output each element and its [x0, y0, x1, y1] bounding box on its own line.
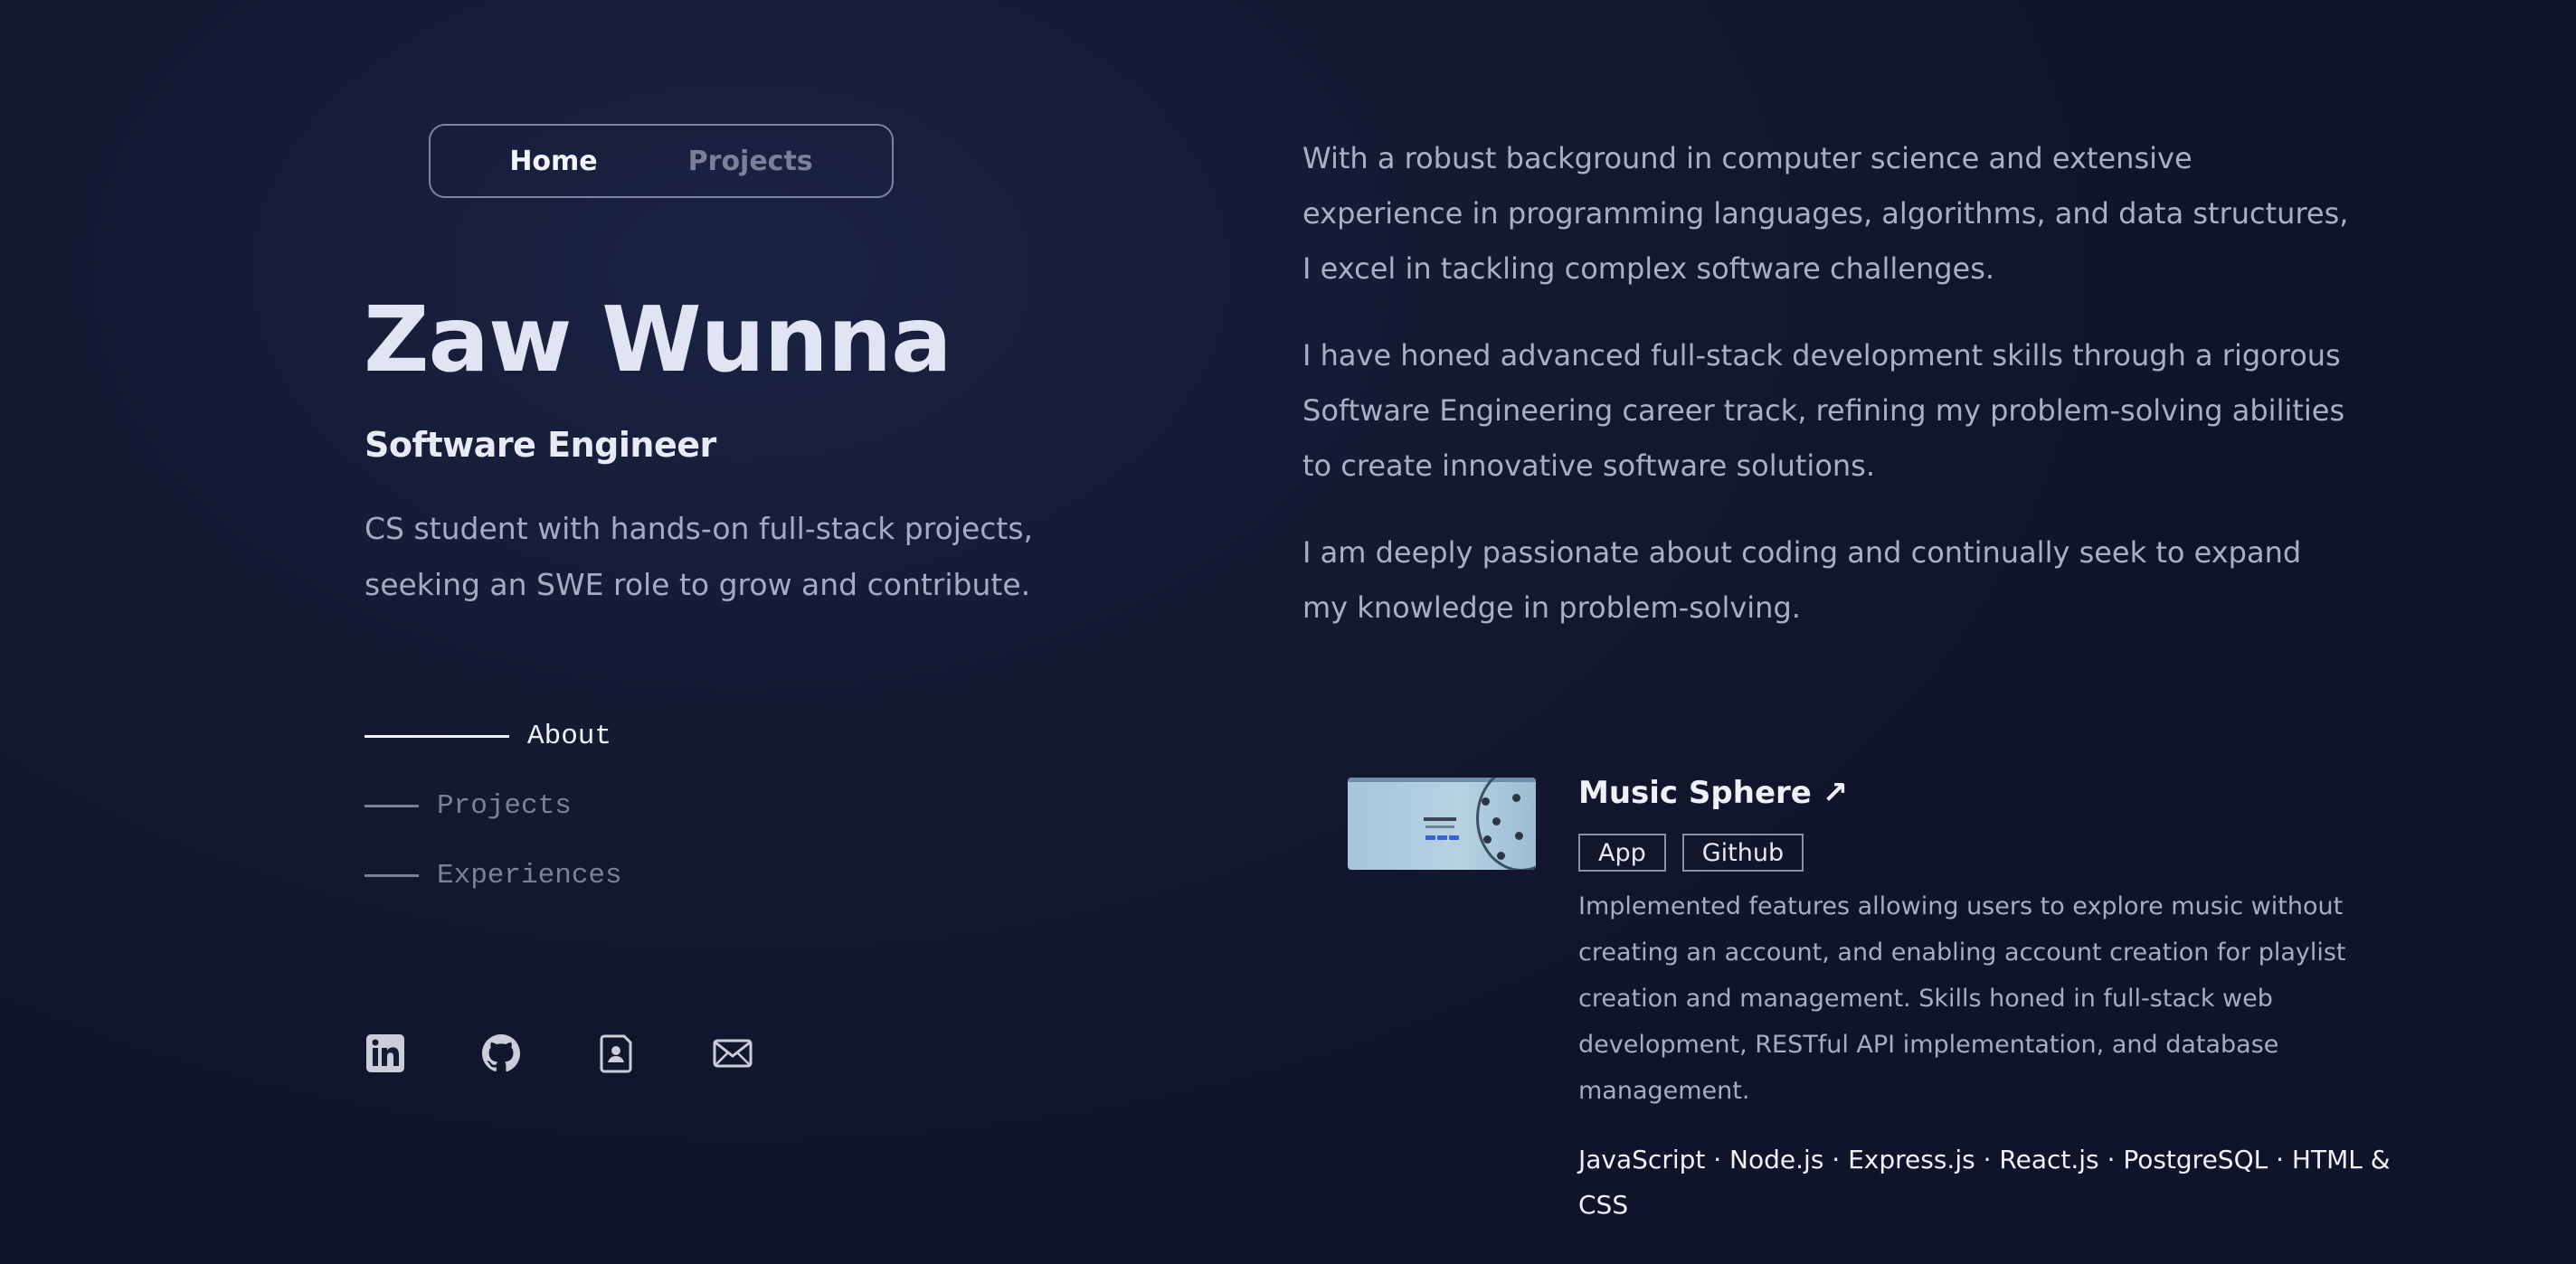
hero-summary: CS student with hands-on full-stack proj…	[365, 501, 1052, 613]
app-link-button[interactable]: App	[1578, 834, 1666, 872]
project-thumbnail[interactable]	[1348, 778, 1536, 870]
thumbnail-circle	[1476, 778, 1536, 870]
about-paragraph: With a robust background in computer sci…	[1302, 131, 2349, 297]
project-links: App Github	[1578, 834, 1804, 872]
about-line: my knowledge in problem-solving.	[1302, 590, 1801, 625]
about-paragraph: I have honed advanced full-stack develop…	[1302, 328, 2345, 494]
top-nav: Home Projects	[429, 124, 894, 198]
music-note-icon	[1515, 832, 1523, 840]
project-tech-stack: JavaScript · Node.js · Express.js · Reac…	[1578, 1137, 2391, 1228]
section-nav-about[interactable]: About	[365, 702, 622, 771]
thumbnail-button	[1449, 835, 1459, 840]
tab-home[interactable]: Home	[509, 146, 597, 177]
hero-summary-line: seeking an SWE role to grow and contribu…	[365, 567, 1031, 602]
about-line: to create innovative software solutions.	[1302, 448, 1876, 483]
music-note-icon	[1512, 794, 1520, 802]
section-indicator-line	[365, 735, 509, 738]
project-description: Implemented features allowing users to e…	[1578, 883, 2356, 1114]
thumbnail-button	[1425, 835, 1435, 840]
about-line: With a robust background in computer sci…	[1302, 141, 2192, 175]
section-nav-experiences[interactable]: Experiences	[365, 841, 622, 910]
music-note-icon	[1497, 852, 1505, 860]
tech-stack-line: CSS	[1578, 1190, 1629, 1220]
section-nav-label: Experiences	[437, 860, 622, 891]
resume-icon[interactable]	[596, 1033, 638, 1074]
page-title: Zaw Wunna	[364, 287, 952, 392]
github-link-button[interactable]: Github	[1681, 834, 1804, 872]
project-description-line: creating an account, and enabling accoun…	[1578, 939, 2346, 967]
linkedin-icon[interactable]	[365, 1033, 406, 1074]
thumbnail-button	[1437, 835, 1447, 840]
about-line: I have honed advanced full-stack develop…	[1302, 338, 2341, 373]
about-line: I excel in tackling complex software cha…	[1302, 251, 1995, 286]
project-description-line: Implemented features allowing users to e…	[1578, 892, 2344, 920]
section-indicator-line	[365, 805, 419, 807]
about-line: Software Engineering career track, refin…	[1302, 393, 2345, 428]
tab-projects[interactable]: Projects	[688, 146, 813, 177]
project-description-line: creation and management. Skills honed in…	[1578, 985, 2273, 1013]
project-description-line: management.	[1578, 1077, 1750, 1105]
thumbnail-subtitle	[1425, 825, 1454, 828]
tech-stack-line: JavaScript · Node.js · Express.js · Reac…	[1578, 1145, 2391, 1174]
about-line: I am deeply passionate about coding and …	[1302, 535, 2302, 570]
thumbnail-title	[1424, 817, 1456, 821]
section-nav: About Projects Experiences	[365, 702, 622, 910]
section-nav-label: About	[527, 721, 612, 752]
music-note-icon	[1492, 817, 1501, 825]
job-title: Software Engineer	[365, 425, 716, 465]
music-note-icon	[1482, 797, 1490, 806]
project-title-link[interactable]: Music Sphere ↗	[1578, 775, 1848, 811]
about-section: With a robust background in computer sci…	[1302, 131, 2349, 667]
music-note-icon	[1483, 835, 1492, 844]
section-nav-projects[interactable]: Projects	[365, 771, 622, 841]
email-icon[interactable]	[712, 1033, 753, 1074]
about-line: experience in programming languages, alg…	[1302, 196, 2349, 231]
hero-summary-line: CS student with hands-on full-stack proj…	[365, 511, 1034, 546]
project-description-line: development, RESTful API implementation,…	[1578, 1031, 2279, 1059]
social-links	[365, 1033, 753, 1074]
about-paragraph: I am deeply passionate about coding and …	[1302, 525, 2343, 636]
section-nav-label: Projects	[437, 790, 572, 822]
section-indicator-line	[365, 874, 419, 877]
github-icon[interactable]	[480, 1033, 522, 1074]
